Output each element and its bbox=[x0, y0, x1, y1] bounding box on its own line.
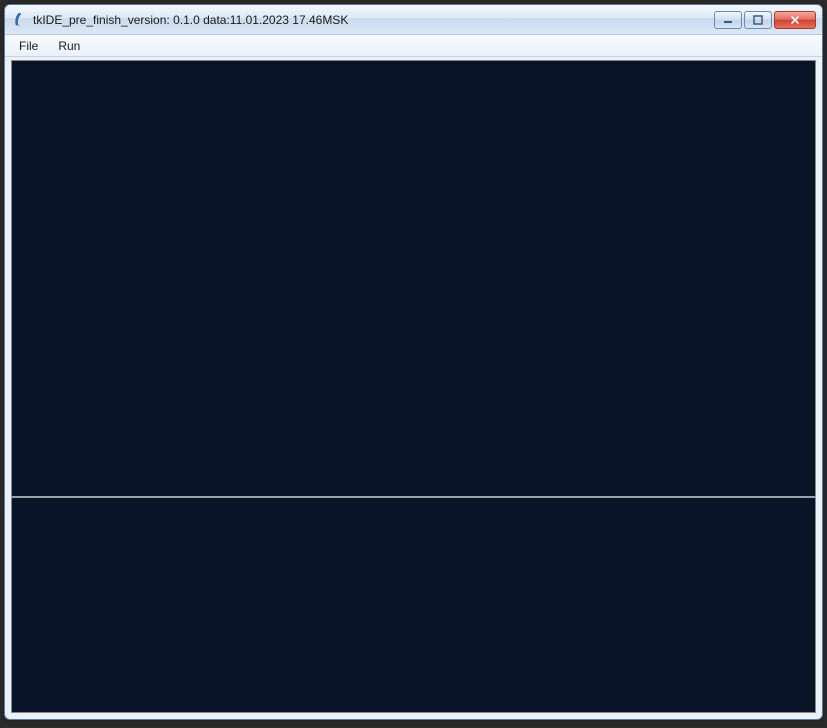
output-pane bbox=[11, 498, 816, 713]
menubar: File Run bbox=[5, 35, 822, 57]
minimize-button[interactable] bbox=[714, 11, 742, 29]
window-title: tkIDE_pre_finish_version: 0.1.0 data:11.… bbox=[33, 13, 714, 27]
menu-file[interactable]: File bbox=[9, 37, 48, 55]
code-editor[interactable] bbox=[12, 61, 815, 496]
titlebar[interactable]: tkIDE_pre_finish_version: 0.1.0 data:11.… bbox=[5, 5, 822, 35]
client-area bbox=[5, 57, 822, 719]
window-controls bbox=[714, 11, 816, 29]
application-window: tkIDE_pre_finish_version: 0.1.0 data:11.… bbox=[4, 4, 823, 720]
close-button[interactable] bbox=[774, 11, 816, 29]
menu-run[interactable]: Run bbox=[48, 37, 90, 55]
editor-pane bbox=[11, 60, 816, 496]
tk-feather-icon bbox=[11, 12, 27, 28]
maximize-button[interactable] bbox=[744, 11, 772, 29]
output-console[interactable] bbox=[12, 498, 815, 712]
